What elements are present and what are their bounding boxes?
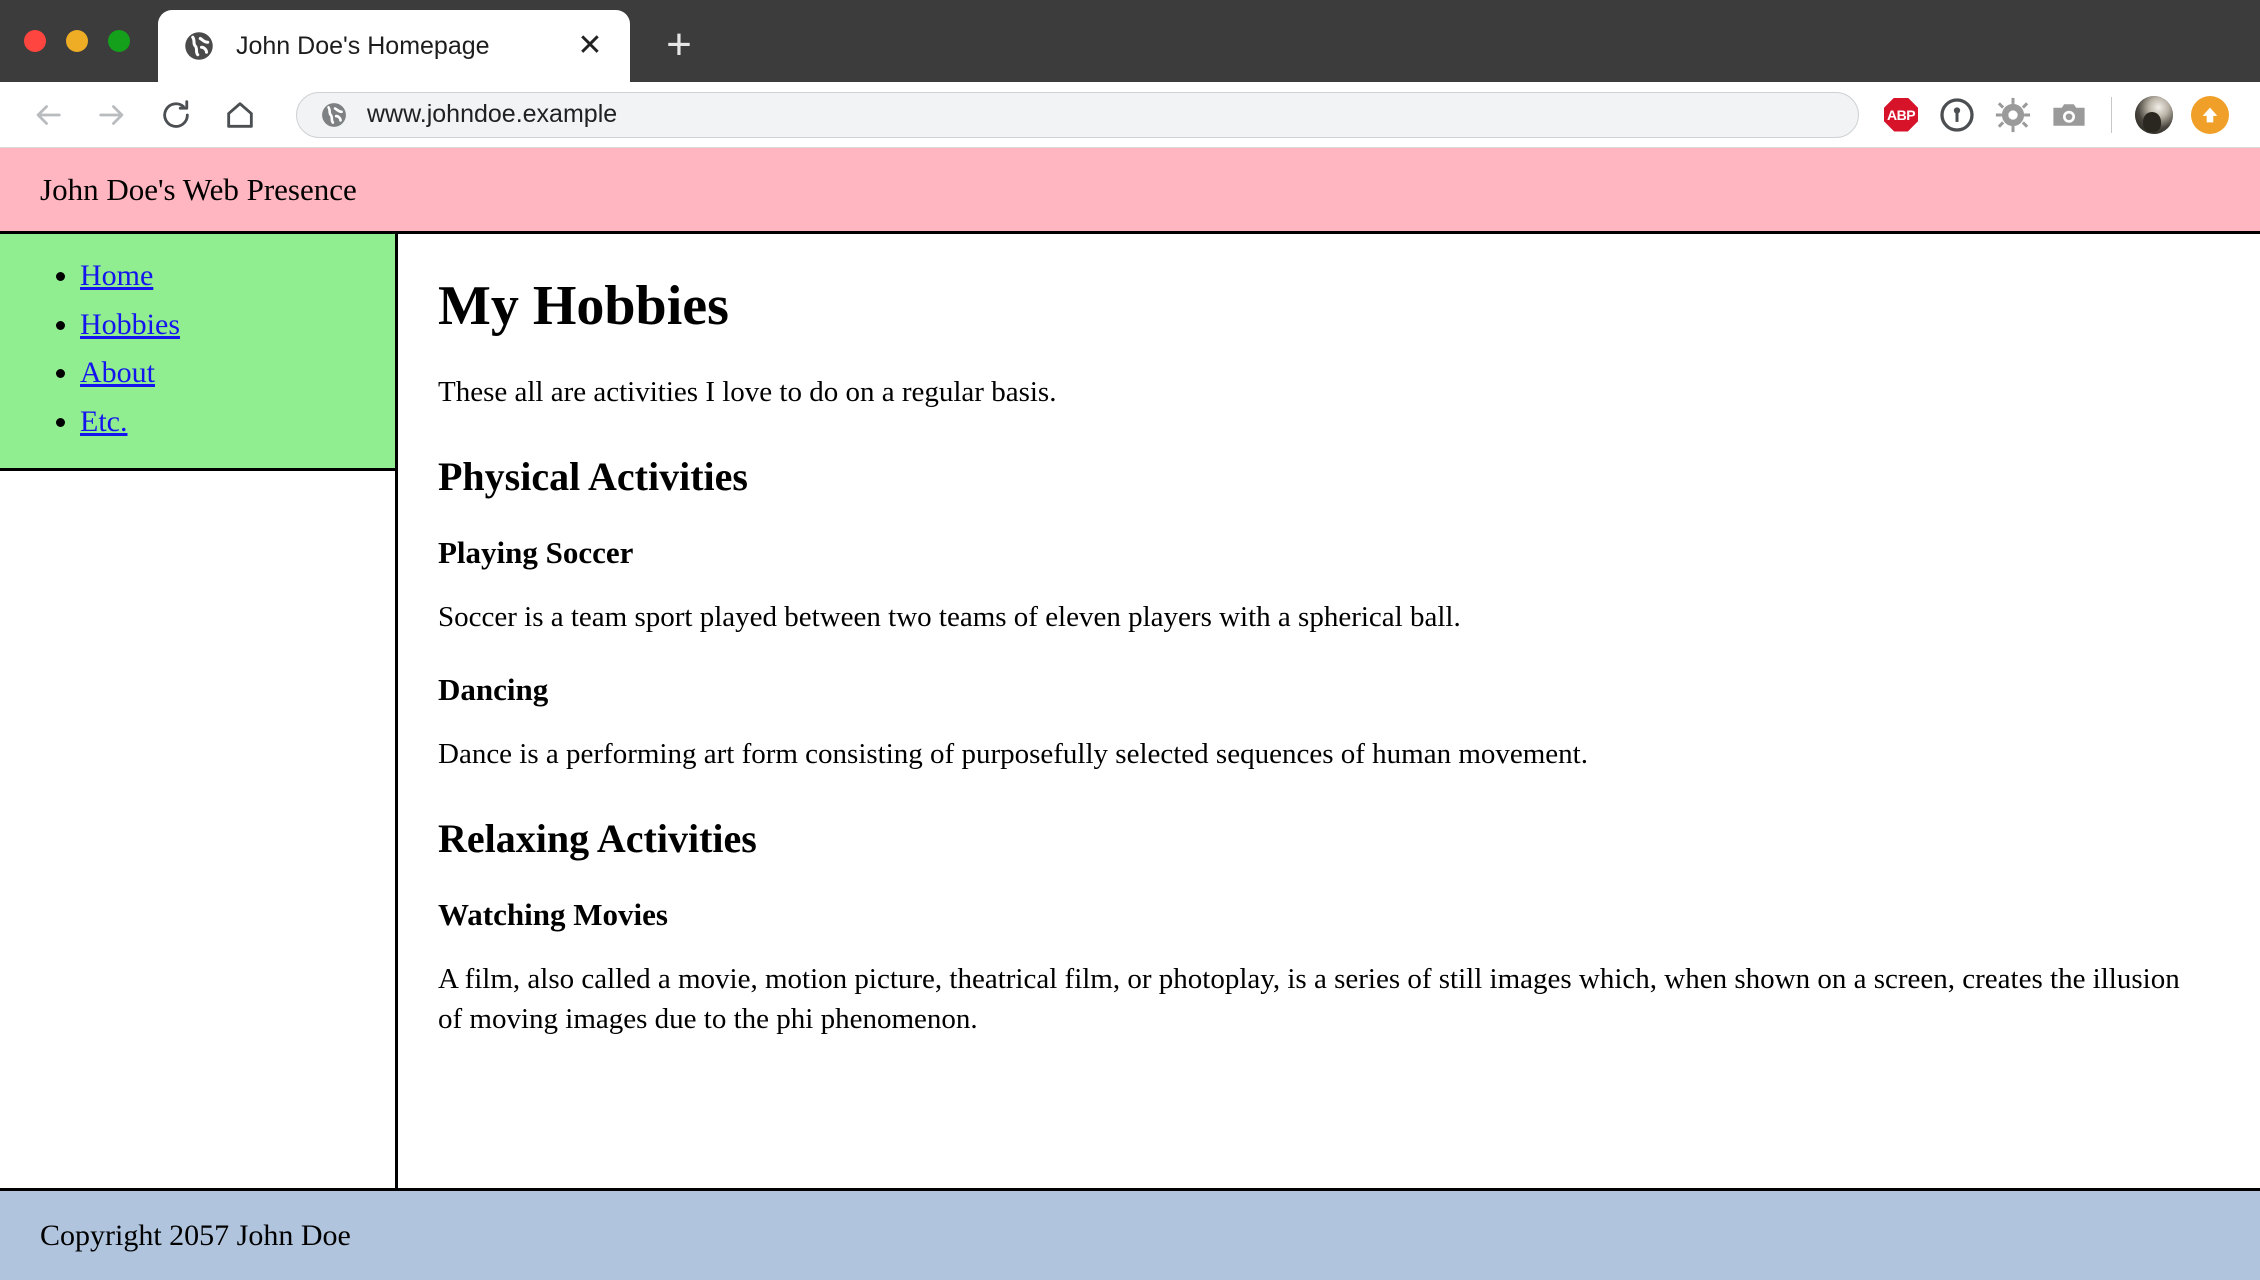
reload-icon <box>159 98 193 132</box>
nav-link-about[interactable]: About <box>80 356 155 389</box>
main-content: My Hobbies These all are activities I lo… <box>398 234 2260 1188</box>
back-arrow-icon <box>31 98 65 132</box>
subsection-heading-watching-movies: Watching Movies <box>438 896 2212 933</box>
zoom-window-button[interactable] <box>108 30 130 52</box>
title-bar: John Doe's Homepage ✕ + <box>0 0 2260 82</box>
window-controls <box>24 30 130 52</box>
extension-icons: ABP <box>1873 89 2238 141</box>
globe-icon <box>184 31 214 61</box>
back-button[interactable] <box>22 89 74 141</box>
url-input[interactable]: www.johndoe.example <box>367 100 617 129</box>
site-header: John Doe's Web Presence <box>0 148 2260 234</box>
tab-title: John Doe's Homepage <box>236 32 572 61</box>
address-bar[interactable]: www.johndoe.example <box>296 92 1859 138</box>
forward-arrow-icon <box>95 98 129 132</box>
profile-button[interactable] <box>2126 89 2182 141</box>
upload-arrow-icon <box>2199 104 2221 126</box>
subsection-text-playing-soccer: Soccer is a team sport played between tw… <box>438 597 2208 637</box>
site-footer: Copyright 2057 John Doe <box>0 1188 2260 1280</box>
site-title: John Doe's Web Presence <box>40 171 357 208</box>
list-item: About <box>80 349 395 398</box>
nav-box: Home Hobbies About Etc. <box>0 234 395 471</box>
list-item: Etc. <box>80 398 395 447</box>
subsection-heading-playing-soccer: Playing Soccer <box>438 534 2212 571</box>
upload-icon <box>2191 96 2229 134</box>
settings-button[interactable] <box>1985 89 2041 141</box>
list-item: Hobbies <box>80 301 395 350</box>
home-icon <box>223 98 257 132</box>
page-body: Home Hobbies About Etc. My Hobbies These… <box>0 234 2260 1188</box>
password-manager-button[interactable] <box>1929 89 1985 141</box>
avatar <box>2135 96 2173 134</box>
adblock-plus-icon: ABP <box>1884 98 1918 132</box>
subsection-text-watching-movies: A film, also called a movie, motion pict… <box>438 959 2208 1039</box>
password-manager-icon <box>1939 97 1975 133</box>
forward-button[interactable] <box>86 89 138 141</box>
sidebar: Home Hobbies About Etc. <box>0 234 398 1188</box>
tab-john-doe-homepage[interactable]: John Doe's Homepage ✕ <box>158 10 630 82</box>
browser-window: John Doe's Homepage ✕ + <box>0 0 2260 1280</box>
gear-icon <box>1995 97 2031 133</box>
close-window-button[interactable] <box>24 30 46 52</box>
browser-toolbar: www.johndoe.example ABP <box>0 82 2260 148</box>
close-tab-button[interactable]: ✕ <box>572 28 608 64</box>
subsection-text-dancing: Dance is a performing art form consistin… <box>438 734 2208 774</box>
section-heading-physical-activities: Physical Activities <box>438 454 2212 500</box>
adblock-plus-button[interactable]: ABP <box>1873 89 1929 141</box>
intro-paragraph: These all are activities I love to do on… <box>438 372 2208 412</box>
subsection-heading-dancing: Dancing <box>438 671 2212 708</box>
tab-strip: John Doe's Homepage ✕ + <box>158 0 708 82</box>
copyright-text: Copyright 2057 John Doe <box>40 1219 351 1253</box>
nav-link-etc[interactable]: Etc. <box>80 405 127 438</box>
upload-button[interactable] <box>2182 89 2238 141</box>
nav-list: Home Hobbies About Etc. <box>0 252 395 446</box>
home-button[interactable] <box>214 89 266 141</box>
reload-button[interactable] <box>150 89 202 141</box>
list-item: Home <box>80 252 395 301</box>
camera-icon <box>2051 100 2087 130</box>
nav-link-home[interactable]: Home <box>80 259 153 292</box>
nav-link-hobbies[interactable]: Hobbies <box>80 308 180 341</box>
toolbar-divider <box>2111 97 2112 133</box>
new-tab-button[interactable]: + <box>650 16 708 74</box>
section-heading-relaxing-activities: Relaxing Activities <box>438 816 2212 862</box>
globe-icon <box>321 102 347 128</box>
screenshot-button[interactable] <box>2041 89 2097 141</box>
minimize-window-button[interactable] <box>66 30 88 52</box>
web-page: John Doe's Web Presence Home Hobbies Abo… <box>0 148 2260 1280</box>
page-title: My Hobbies <box>438 276 2212 338</box>
